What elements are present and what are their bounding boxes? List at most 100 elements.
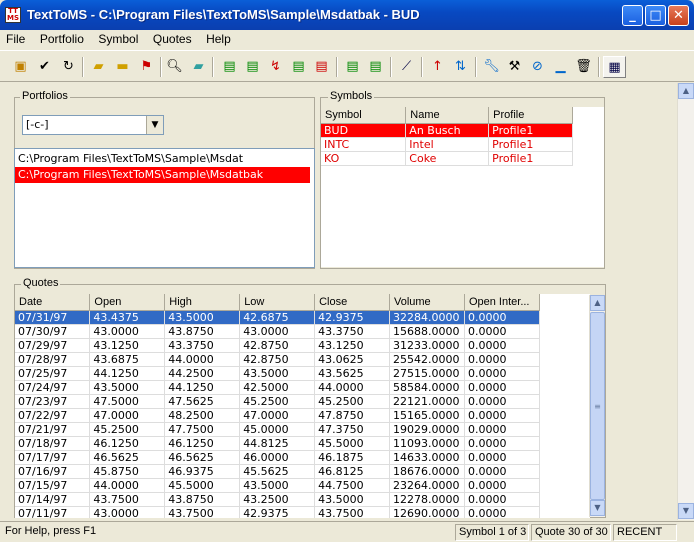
add-symbol-icon[interactable]: ▤ [218,56,241,78]
low-cell: 42.8750 [239,352,316,367]
menu-bar: File Portfolio Symbol Quotes Help [0,30,694,49]
status-bar: For Help, press F1 Symbol 1 of 3 Quote 3… [0,521,694,542]
table-row[interactable]: 07/25/97 44.1250 44.2500 43.5000 43.5625 2751… [15,366,541,381]
lamp-icon[interactable]: ▁ [549,56,572,78]
column-header-volume[interactable]: Volume [389,294,465,311]
column-header-profile[interactable]: Profile [488,107,573,124]
folder-flag-icon[interactable]: ⚑ [135,56,158,78]
close-cell: 43.0625 [314,352,390,367]
column-header-open-interest[interactable]: Open Inter... [464,294,541,311]
table-row[interactable]: 07/14/97 43.7500 43.8750 43.2500 43.5000 1227… [15,492,541,507]
high-cell: 46.5625 [164,450,241,465]
menu-help[interactable]: Help [200,30,236,46]
low-cell: 43.0000 [239,324,316,339]
close-cell: 47.3750 [314,422,390,437]
wrench-icon[interactable]: 🔧︎ [480,56,503,78]
quotes-label: Quotes [21,277,61,289]
table-row[interactable]: INTC Intel Profile1 [321,137,573,152]
eraser-icon[interactable]: ▰ [187,56,210,78]
column-header-open[interactable]: Open [89,294,166,311]
swap-icon[interactable]: ⇅ [449,56,472,78]
open-interest-cell: 0.0000 [464,492,541,507]
trash-icon[interactable]: 🗑︎ [572,56,595,78]
column-header-high[interactable]: High [164,294,241,311]
table-row[interactable]: 07/17/97 46.5625 46.5625 46.0000 46.1875 1463… [15,450,541,465]
table-row[interactable]: 07/23/97 47.5000 47.5625 45.2500 45.2500 2212… [15,394,541,409]
edit-symbol-icon[interactable]: ↯ [264,56,287,78]
magnifier-icon[interactable]: 🔍︎ [163,56,186,78]
column-header-close[interactable]: Close [314,294,390,311]
folder-icon[interactable]: ▬ [111,56,134,78]
symbols-grid[interactable]: Symbol Name Profile BUD An Busch Profile… [321,107,604,267]
column-header-low[interactable]: Low [239,294,316,311]
volume-cell: 25542.0000 [389,352,465,367]
list-item[interactable]: C:\Program Files\TextToMS\Sample\Msdat [15,151,314,167]
low-cell: 43.2500 [239,492,316,507]
high-cell: 47.5625 [164,394,241,409]
name-cell: Coke [405,151,490,166]
table-row[interactable]: 07/18/97 46.1250 46.1250 44.8125 45.5000 1109… [15,436,541,451]
menu-portfolio[interactable]: Portfolio [34,30,89,46]
find-symbol-icon[interactable]: ▤ [341,56,364,78]
column-header-symbol[interactable]: Symbol [321,107,407,124]
no-entry-icon[interactable]: ⊘ [526,56,549,78]
table-row[interactable]: 07/24/97 43.5000 44.1250 42.5000 44.0000 5858… [15,380,541,395]
grid-icon[interactable]: ▦ [603,56,626,78]
scroll-up-icon[interactable]: ▲ [590,295,605,311]
high-cell: 44.2500 [164,366,241,381]
table-row[interactable]: 07/21/97 45.2500 47.7500 45.0000 47.3750 1902… [15,422,541,437]
table-row[interactable]: BUD An Busch Profile1 [321,123,573,138]
symbol-icon[interactable]: ▤ [287,56,310,78]
symbol-next-icon[interactable]: ▤ [364,56,387,78]
symbol-red-icon[interactable]: ▤ [310,56,333,78]
open-cell: 43.5000 [89,380,166,395]
table-row[interactable]: 07/22/97 47.0000 48.2500 47.0000 47.8750 1516… [15,408,541,423]
drive-value: [-c-] [26,118,49,131]
app-icon[interactable]: TT MS [5,7,21,23]
table-row[interactable]: 07/29/97 43.1250 43.3750 42.8750 43.1250 3123… [15,338,541,353]
minimize-button[interactable]: _ [622,5,643,26]
list-item[interactable]: C:\Program Files\TextToMS\Sample\Msdatba… [15,167,310,183]
add-folder-icon[interactable]: ▰ [87,56,110,78]
volume-cell: 58584.0000 [389,380,465,395]
table-row[interactable]: 07/16/97 45.8750 46.9375 45.5625 46.8125 1867… [15,464,541,479]
volume-cell: 19029.0000 [389,422,465,437]
table-row[interactable]: KO Coke Profile1 [321,151,573,166]
portfolio-list[interactable]: C:\Program Files\TextToMS\Sample\Msdat C… [14,148,315,268]
quotes-grid[interactable]: Date Open High Low Close Volume Open Int… [15,294,590,518]
menu-file[interactable]: File [0,30,30,46]
table-row[interactable]: 07/15/97 44.0000 45.5000 43.5000 44.7500 2326… [15,478,541,493]
window-scroll-down-icon[interactable]: ▼ [678,503,694,519]
check-icon[interactable]: ✔ [33,56,56,78]
menu-symbol[interactable]: Symbol [92,30,143,46]
scroll-thumb[interactable]: ≡ [590,312,605,500]
table-row[interactable]: 07/30/97 43.0000 43.8750 43.0000 43.3750 1568… [15,324,541,339]
close-cell: 43.5625 [314,366,390,381]
scroll-down-icon[interactable]: ▼ [590,500,605,516]
open-interest-cell: 0.0000 [464,436,541,451]
close-button[interactable]: ✕ [668,5,689,26]
open-interest-cell: 0.0000 [464,394,541,409]
table-row[interactable]: 07/11/97 43.0000 43.7500 42.9375 43.7500 1269… [15,506,541,518]
open-folder-icon[interactable]: ▣ [9,56,32,78]
hammer-icon[interactable]: ⚒ [503,56,526,78]
refresh-icon[interactable]: ↻ [57,56,80,78]
table-row[interactable]: 07/31/97 43.4375 43.5000 42.6875 42.9375 3228… [15,310,541,325]
maximize-button[interactable]: □ [645,5,666,26]
window-scroll-up-icon[interactable]: ▲ [678,83,694,99]
remove-symbol-icon[interactable]: ▤ [241,56,264,78]
quotes-scrollbar[interactable]: ▲ ≡ ▼ [589,295,605,517]
table-row[interactable]: 07/28/97 43.6875 44.0000 42.8750 43.0625 2554… [15,352,541,367]
drive-combobox[interactable]: [-c-] ▼ [22,115,164,135]
column-header-name[interactable]: Name [405,107,490,124]
menu-quotes[interactable]: Quotes [147,30,197,46]
up-arrow-icon[interactable]: ↑ [426,56,449,78]
chart-icon[interactable]: ⟋ [395,56,418,78]
low-cell: 43.5000 [239,478,316,493]
chevron-down-icon[interactable]: ▼ [146,116,163,134]
symbol-cell: INTC [321,137,407,152]
close-cell: 44.7500 [314,478,390,493]
volume-cell: 22121.0000 [389,394,465,409]
window-scrollbar[interactable]: ▲ ▼ [677,83,694,520]
column-header-date[interactable]: Date [15,294,91,311]
